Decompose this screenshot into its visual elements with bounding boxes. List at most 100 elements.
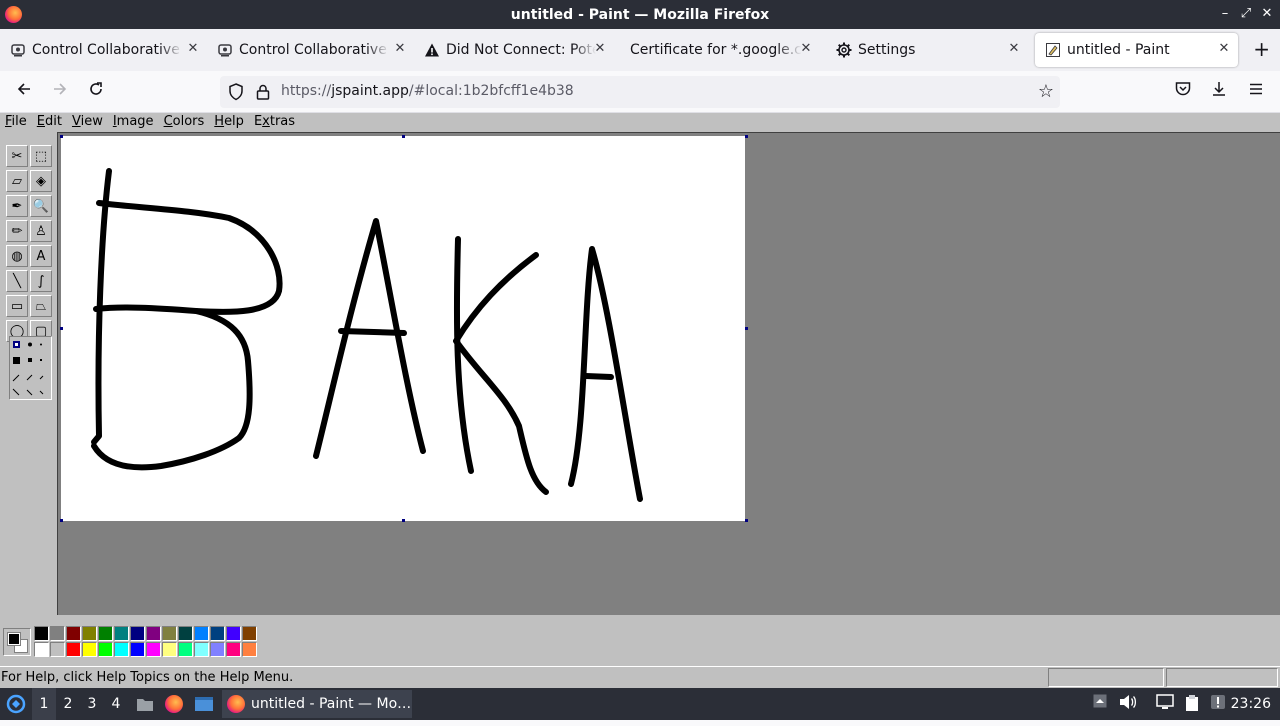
canvas-resize-handle[interactable] xyxy=(402,135,405,138)
palette-color-swatch[interactable] xyxy=(194,626,209,641)
magnifier-tool[interactable]: 🔍 xyxy=(30,195,52,217)
workspace-3[interactable]: 3 xyxy=(80,688,104,720)
menu-extras[interactable]: Extras xyxy=(249,113,300,132)
canvas-resize-handle[interactable] xyxy=(60,135,63,138)
downloads-button[interactable] xyxy=(1207,80,1231,104)
app-menu-button[interactable] xyxy=(1244,80,1268,104)
minimize-button[interactable]: – xyxy=(1217,5,1233,23)
back-button[interactable] xyxy=(11,80,37,104)
line-tool[interactable]: ╲ xyxy=(6,270,28,292)
palette-color-swatch[interactable] xyxy=(34,642,49,657)
canvas-resize-handle[interactable] xyxy=(60,327,63,330)
url-bar[interactable]: https://jspaint.app/#local:1b2bfcff1e4b3… xyxy=(220,76,1060,108)
close-tab-icon[interactable]: ✕ xyxy=(185,41,201,57)
new-tab-button[interactable]: + xyxy=(1253,39,1270,59)
tab-settings[interactable]: Settings ✕ xyxy=(826,35,1032,65)
palette-color-swatch[interactable] xyxy=(210,642,225,657)
palette-color-swatch[interactable] xyxy=(162,642,177,657)
window-list-icon[interactable] xyxy=(192,688,216,720)
menu-colors[interactable]: Colors xyxy=(159,113,210,132)
palette-color-swatch[interactable] xyxy=(226,626,241,641)
brush-shape-options[interactable] xyxy=(10,337,53,401)
palette-color-swatch[interactable] xyxy=(242,642,257,657)
close-tab-icon[interactable]: ✕ xyxy=(592,41,608,57)
polygon-tool[interactable]: ⏢ xyxy=(30,295,52,317)
palette-color-swatch[interactable] xyxy=(226,642,241,657)
palette-color-swatch[interactable] xyxy=(242,626,257,641)
bookmark-star-icon[interactable]: ☆ xyxy=(1038,81,1054,102)
palette-color-swatch[interactable] xyxy=(162,626,177,641)
palette-color-swatch[interactable] xyxy=(210,626,225,641)
url-text[interactable]: https://jspaint.app/#local:1b2bfcff1e4b3… xyxy=(281,83,574,99)
close-window-button[interactable]: ✕ xyxy=(1259,5,1275,23)
tracking-protection-shield-icon[interactable] xyxy=(228,83,244,101)
firefox-launcher-icon[interactable] xyxy=(162,688,186,720)
text-tool[interactable]: A xyxy=(30,245,52,267)
start-menu-button[interactable] xyxy=(2,688,30,720)
free-form-select-tool[interactable]: ✂ xyxy=(6,145,28,167)
pencil-tool[interactable]: ✏ xyxy=(6,220,28,242)
canvas-resize-handle[interactable] xyxy=(745,135,748,138)
menu-help[interactable]: Help xyxy=(209,113,249,132)
forward-button[interactable] xyxy=(47,80,73,104)
palette-color-swatch[interactable] xyxy=(82,626,97,641)
palette-color-swatch[interactable] xyxy=(114,642,129,657)
palette-color-swatch[interactable] xyxy=(98,642,113,657)
close-tab-icon[interactable]: ✕ xyxy=(798,41,814,57)
display-icon[interactable] xyxy=(1155,694,1175,714)
palette-color-swatch[interactable] xyxy=(178,626,193,641)
palette-color-swatch[interactable] xyxy=(98,626,113,641)
pocket-button[interactable] xyxy=(1171,80,1195,104)
canvas-resize-handle[interactable] xyxy=(745,327,748,330)
volume-icon[interactable] xyxy=(1118,694,1138,714)
palette-color-swatch[interactable] xyxy=(66,626,81,641)
brush-tool[interactable]: ♙ xyxy=(30,220,52,242)
maximize-button[interactable]: ⤢ xyxy=(1238,5,1254,23)
file-manager-icon[interactable] xyxy=(134,688,156,720)
close-tab-icon[interactable]: ✕ xyxy=(392,41,408,57)
eraser-tool[interactable]: ▱ xyxy=(6,170,28,192)
canvas-resize-handle[interactable] xyxy=(60,519,63,522)
menu-image[interactable]: Image xyxy=(108,113,159,132)
taskbar-app-firefox-paint[interactable]: untitled - Paint — Mo… xyxy=(222,690,412,718)
palette-color-swatch[interactable] xyxy=(82,642,97,657)
menu-view[interactable]: View xyxy=(67,113,108,132)
pick-color-tool[interactable]: ✒ xyxy=(6,195,28,217)
fill-tool[interactable]: ◈ xyxy=(30,170,52,192)
tab-untitled-paint[interactable]: untitled - Paint ✕ xyxy=(1035,33,1238,67)
close-tab-icon[interactable]: ✕ xyxy=(1006,41,1022,57)
palette-color-swatch[interactable] xyxy=(130,626,145,641)
palette-color-swatch[interactable] xyxy=(34,626,49,641)
tray-up-arrow-icon[interactable] xyxy=(1090,694,1110,714)
reload-button[interactable] xyxy=(83,80,109,104)
workspace-4[interactable]: 4 xyxy=(104,688,128,720)
tab-control-collaborative-1[interactable]: Control Collaborative V ✕ xyxy=(0,35,207,65)
tab-did-not-connect[interactable]: Did Not Connect: Poten ✕ xyxy=(414,35,614,65)
palette-color-swatch[interactable] xyxy=(130,642,145,657)
canvas-resize-handle[interactable] xyxy=(745,519,748,522)
drawing-canvas[interactable] xyxy=(61,136,745,521)
network-icon[interactable] xyxy=(1208,694,1228,714)
clipboard-icon[interactable] xyxy=(1182,694,1202,714)
palette-color-swatch[interactable] xyxy=(66,642,81,657)
menu-file[interactable]: File xyxy=(0,113,32,132)
palette-color-swatch[interactable] xyxy=(114,626,129,641)
palette-color-swatch[interactable] xyxy=(146,642,161,657)
palette-color-swatch[interactable] xyxy=(146,626,161,641)
workspace-1[interactable]: 1 xyxy=(32,688,56,720)
palette-color-swatch[interactable] xyxy=(178,642,193,657)
rectangle-tool[interactable]: ▭ xyxy=(6,295,28,317)
select-tool[interactable]: ⬚ xyxy=(30,145,52,167)
palette-color-swatch[interactable] xyxy=(50,642,65,657)
airbrush-tool[interactable]: ◍ xyxy=(6,245,28,267)
palette-color-swatch[interactable] xyxy=(50,626,65,641)
tab-control-collaborative-2[interactable]: Control Collaborative V ✕ xyxy=(207,35,414,65)
workspace-2[interactable]: 2 xyxy=(56,688,80,720)
palette-color-swatch[interactable] xyxy=(194,642,209,657)
tool-options-panel[interactable] xyxy=(9,336,52,400)
tab-certificate[interactable]: Certificate for *.google.co ✕ xyxy=(620,35,820,65)
menu-edit[interactable]: Edit xyxy=(32,113,67,132)
close-tab-icon[interactable]: ✕ xyxy=(1216,41,1232,57)
foreground-color-swatch[interactable] xyxy=(7,632,21,646)
curve-tool[interactable]: ∫ xyxy=(30,270,52,292)
